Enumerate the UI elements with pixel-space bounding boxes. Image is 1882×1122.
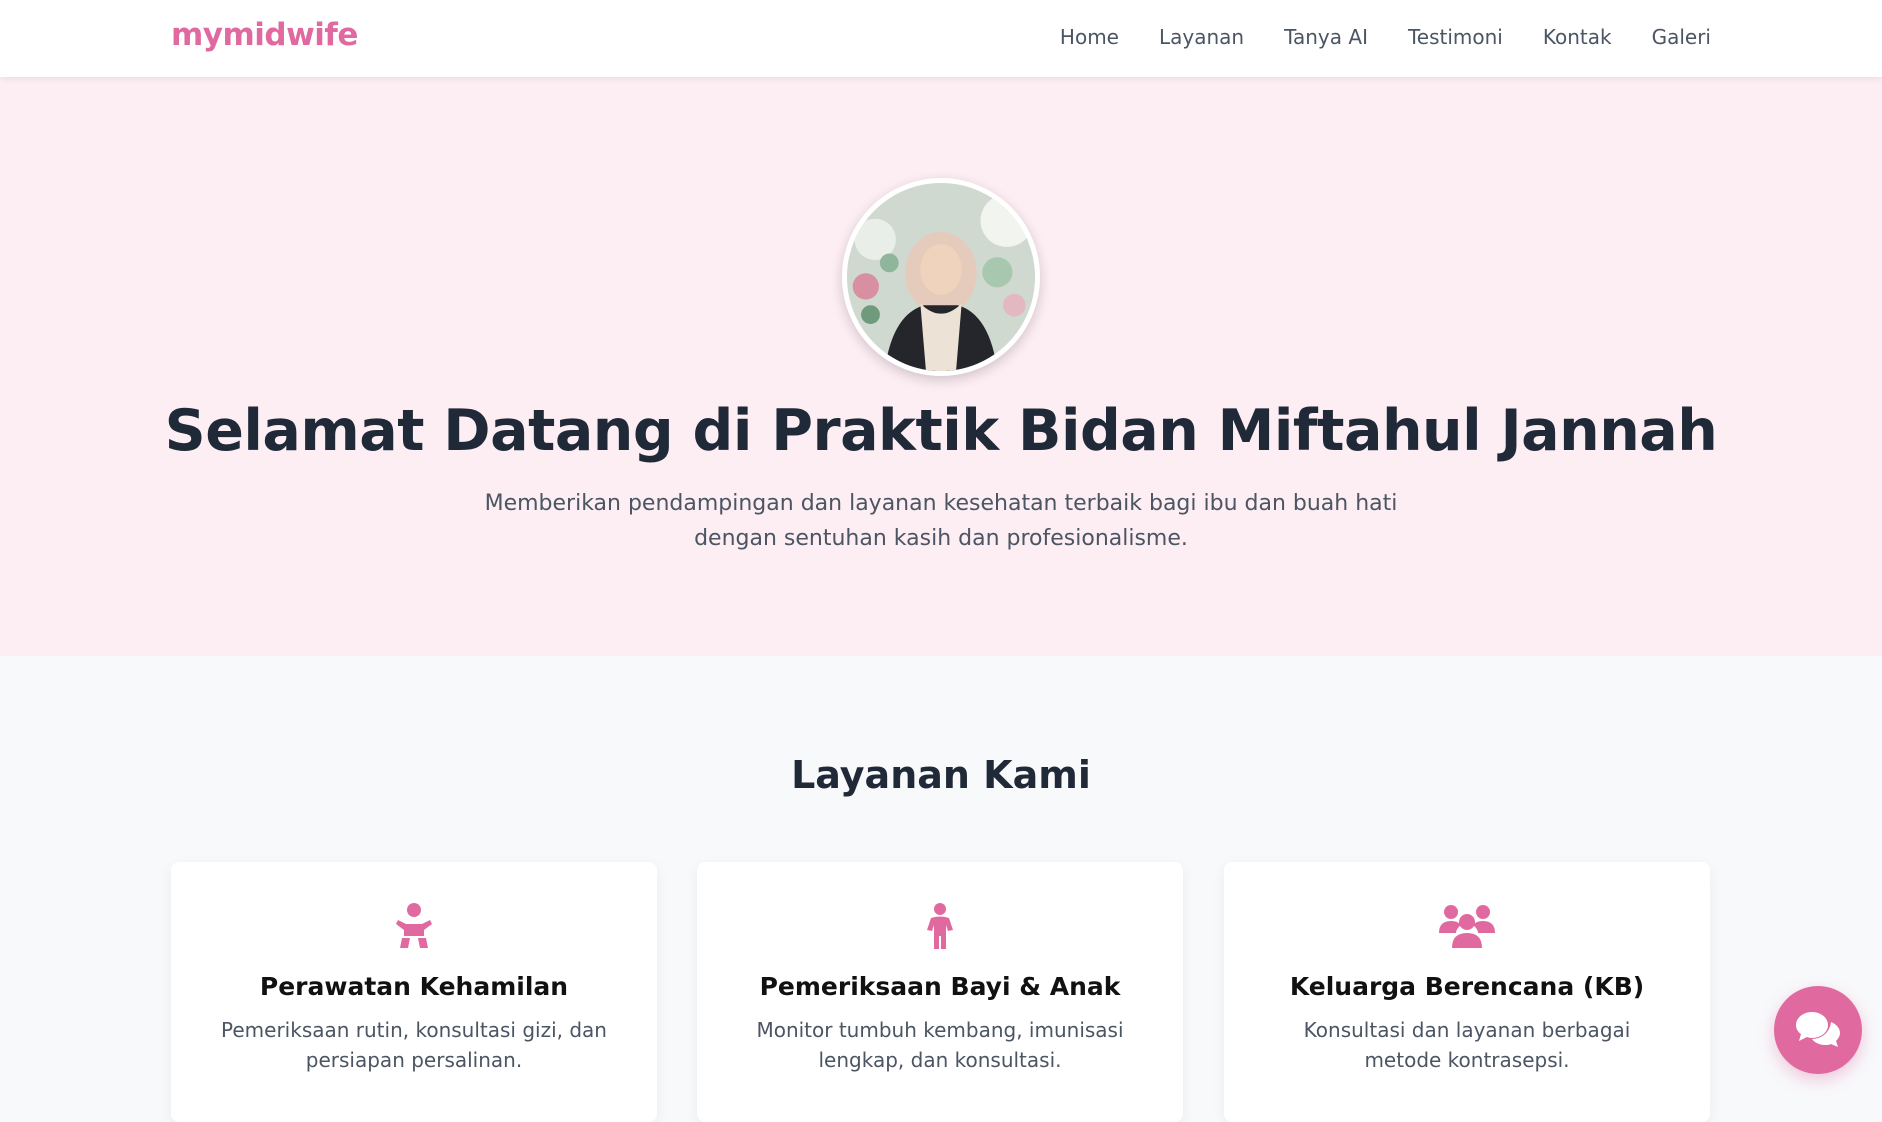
service-title: Keluarga Berencana (KB): [1289, 972, 1645, 1001]
service-description: Pemeriksaan rutin, konsultasi gizi, dan …: [221, 1018, 607, 1072]
nav-item-testimoni[interactable]: Testimoni: [1408, 24, 1503, 50]
hero-title: Selamat Datang di Praktik Bidan Miftahul…: [164, 398, 1718, 464]
service-title: Perawatan Kehamilan: [259, 972, 569, 1001]
main-nav: Home Layanan Tanya AI Testimoni Kontak G…: [1060, 24, 1711, 50]
service-card-bayi-anak[interactable]: Pemeriksaan Bayi & Anak Monitor tumbuh k…: [697, 862, 1183, 1122]
nav-item-galeri[interactable]: Galeri: [1652, 24, 1711, 50]
nav-item-tanya-ai[interactable]: Tanya AI: [1284, 24, 1368, 50]
nav-item-kontak[interactable]: Kontak: [1543, 24, 1612, 50]
chat-bubbles-icon: [1796, 1012, 1840, 1047]
hero-subtitle: Memberikan pendampingan dan layanan kese…: [484, 491, 1398, 551]
nav-item-layanan[interactable]: Layanan: [1159, 24, 1244, 50]
service-title: Pemeriksaan Bayi & Anak: [759, 972, 1121, 1001]
chat-button[interactable]: [1774, 986, 1862, 1074]
hero-section: Selamat Datang di Praktik Bidan Miftahul…: [0, 77, 1882, 656]
family-icon: [1224, 902, 1710, 950]
child-icon: [697, 902, 1183, 950]
service-card-kehamilan[interactable]: Perawatan Kehamilan Pemeriksaan rutin, k…: [171, 862, 657, 1122]
brand-logo[interactable]: mymidwife: [171, 17, 358, 53]
service-description: Konsultasi dan layanan berbagai metode k…: [1303, 1018, 1631, 1072]
service-description: Monitor tumbuh kembang, imunisasi lengka…: [756, 1018, 1124, 1072]
midwife-avatar: [842, 178, 1040, 376]
baby-icon: [171, 902, 657, 950]
service-card-kb[interactable]: Keluarga Berencana (KB) Konsultasi dan l…: [1224, 862, 1710, 1122]
nav-item-home[interactable]: Home: [1060, 24, 1119, 50]
services-title: Layanan Kami: [791, 753, 1091, 797]
navbar: mymidwife Home Layanan Tanya AI Testimon…: [0, 0, 1882, 77]
